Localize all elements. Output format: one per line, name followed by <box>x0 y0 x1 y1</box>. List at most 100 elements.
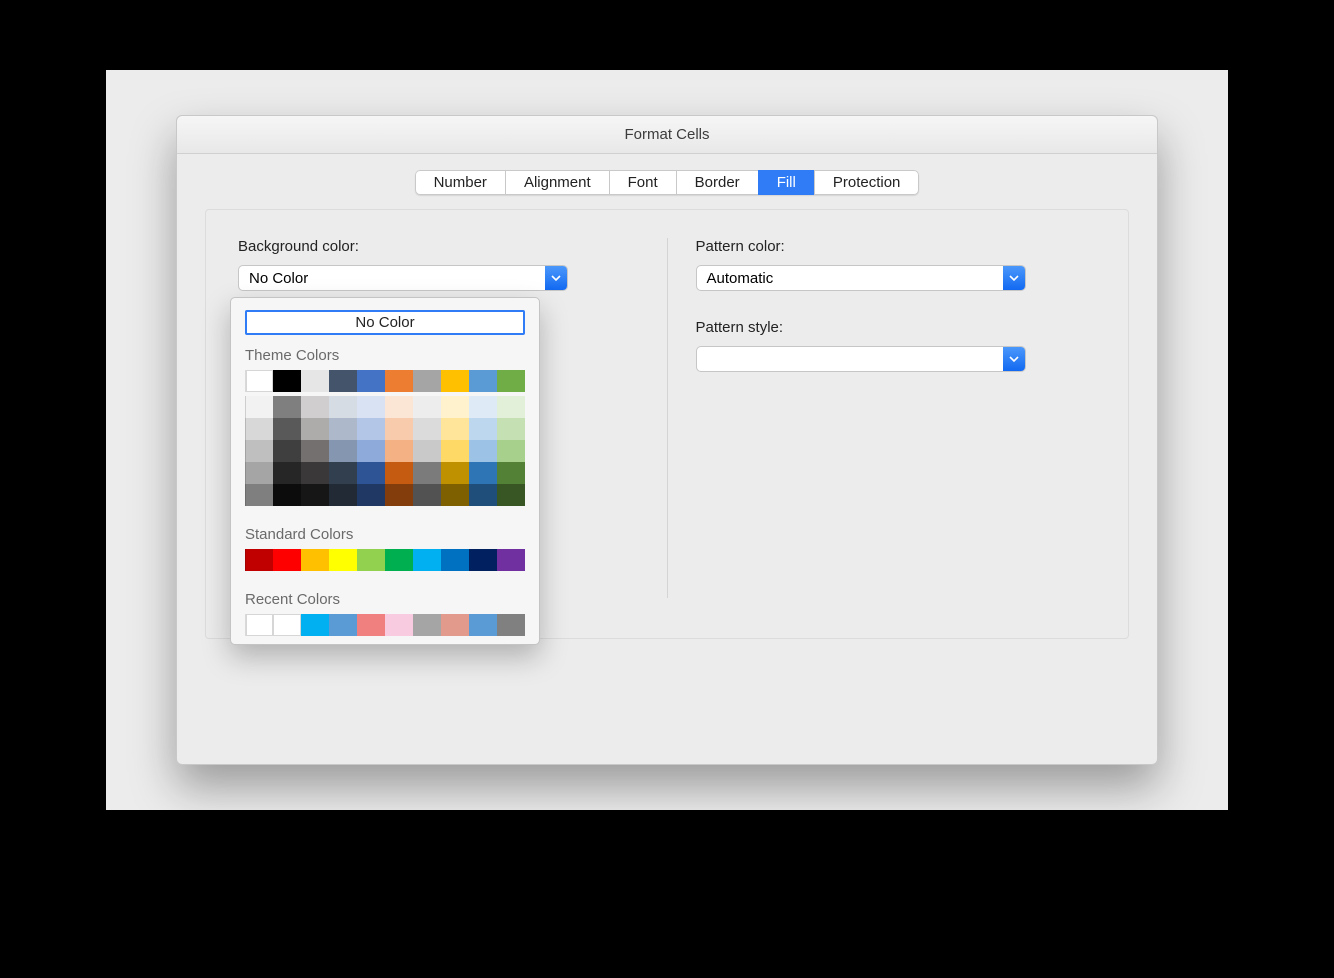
recent-colors-title: Recent Colors <box>245 591 525 608</box>
color-swatch[interactable] <box>329 418 357 440</box>
color-swatch[interactable] <box>301 614 329 636</box>
color-swatch[interactable] <box>469 370 497 392</box>
color-swatch[interactable] <box>273 549 301 571</box>
color-swatch[interactable] <box>273 418 301 440</box>
color-swatch[interactable] <box>441 462 469 484</box>
no-color-button[interactable]: No Color <box>245 310 525 335</box>
window-title: Format Cells <box>624 126 709 143</box>
color-swatch[interactable] <box>385 462 413 484</box>
color-swatch[interactable] <box>301 370 329 392</box>
color-swatch[interactable] <box>301 396 329 418</box>
theme-tint-row <box>245 484 525 506</box>
color-swatch[interactable] <box>329 462 357 484</box>
color-swatch[interactable] <box>245 614 273 636</box>
color-swatch[interactable] <box>329 614 357 636</box>
tab-border[interactable]: Border <box>676 170 758 195</box>
color-swatch[interactable] <box>469 418 497 440</box>
color-swatch[interactable] <box>497 418 525 440</box>
color-swatch[interactable] <box>385 440 413 462</box>
color-swatch[interactable] <box>469 396 497 418</box>
tab-number[interactable]: Number <box>415 170 505 195</box>
color-swatch[interactable] <box>385 396 413 418</box>
background-color-dropdown[interactable]: No Color <box>238 265 568 291</box>
color-swatch[interactable] <box>385 549 413 571</box>
color-swatch[interactable] <box>413 396 441 418</box>
tab-alignment[interactable]: Alignment <box>505 170 609 195</box>
color-swatch[interactable] <box>273 484 301 506</box>
color-swatch[interactable] <box>357 396 385 418</box>
color-swatch[interactable] <box>441 440 469 462</box>
color-swatch[interactable] <box>273 440 301 462</box>
pattern-style-dropdown[interactable] <box>696 346 1026 372</box>
color-swatch[interactable] <box>245 396 273 418</box>
color-swatch[interactable] <box>301 549 329 571</box>
color-swatch[interactable] <box>385 418 413 440</box>
color-swatch[interactable] <box>357 370 385 392</box>
color-swatch[interactable] <box>441 418 469 440</box>
chevron-down-icon <box>1003 266 1025 290</box>
color-swatch[interactable] <box>357 462 385 484</box>
color-swatch[interactable] <box>273 396 301 418</box>
color-swatch[interactable] <box>441 614 469 636</box>
color-swatch[interactable] <box>385 370 413 392</box>
color-swatch[interactable] <box>301 484 329 506</box>
color-swatch[interactable] <box>245 440 273 462</box>
color-swatch[interactable] <box>273 614 301 636</box>
color-swatch[interactable] <box>357 614 385 636</box>
color-swatch[interactable] <box>385 484 413 506</box>
color-swatch[interactable] <box>245 418 273 440</box>
color-swatch[interactable] <box>497 396 525 418</box>
tab-fill[interactable]: Fill <box>758 170 814 195</box>
color-swatch[interactable] <box>385 614 413 636</box>
color-swatch[interactable] <box>469 614 497 636</box>
tab-protection[interactable]: Protection <box>814 170 920 195</box>
color-swatch[interactable] <box>413 614 441 636</box>
pattern-color-dropdown[interactable]: Automatic <box>696 265 1026 291</box>
color-swatch[interactable] <box>329 396 357 418</box>
color-swatch[interactable] <box>413 418 441 440</box>
color-swatch[interactable] <box>469 549 497 571</box>
color-swatch[interactable] <box>497 484 525 506</box>
color-swatch[interactable] <box>497 549 525 571</box>
color-swatch[interactable] <box>441 549 469 571</box>
color-swatch[interactable] <box>497 614 525 636</box>
color-swatch[interactable] <box>413 440 441 462</box>
page-backdrop: Format Cells Number Alignment Font Borde… <box>106 70 1228 810</box>
color-swatch[interactable] <box>245 370 273 392</box>
color-swatch[interactable] <box>497 440 525 462</box>
color-swatch[interactable] <box>413 549 441 571</box>
color-swatch[interactable] <box>273 370 301 392</box>
color-swatch[interactable] <box>497 370 525 392</box>
color-swatch[interactable] <box>301 462 329 484</box>
chevron-down-icon <box>545 266 567 290</box>
color-swatch[interactable] <box>245 462 273 484</box>
color-swatch[interactable] <box>469 462 497 484</box>
color-swatch[interactable] <box>469 484 497 506</box>
color-swatch[interactable] <box>469 440 497 462</box>
color-swatch[interactable] <box>329 549 357 571</box>
color-swatch[interactable] <box>329 440 357 462</box>
color-swatch[interactable] <box>329 484 357 506</box>
color-swatch[interactable] <box>413 462 441 484</box>
fill-panel: Background color: No Color No Color Them <box>205 209 1129 639</box>
tab-font[interactable]: Font <box>609 170 676 195</box>
color-swatch[interactable] <box>245 549 273 571</box>
color-swatch[interactable] <box>413 484 441 506</box>
color-picker-popup: No Color Theme Colors Standard Colors Re… <box>230 297 540 645</box>
color-swatch[interactable] <box>441 370 469 392</box>
color-swatch[interactable] <box>497 462 525 484</box>
color-swatch[interactable] <box>357 484 385 506</box>
color-swatch[interactable] <box>301 418 329 440</box>
color-swatch[interactable] <box>357 549 385 571</box>
color-swatch[interactable] <box>357 440 385 462</box>
pattern-color-label: Pattern color: <box>696 238 1097 255</box>
color-swatch[interactable] <box>301 440 329 462</box>
color-swatch[interactable] <box>273 462 301 484</box>
color-swatch[interactable] <box>441 396 469 418</box>
pattern-color-value: Automatic <box>697 266 1003 290</box>
color-swatch[interactable] <box>441 484 469 506</box>
color-swatch[interactable] <box>413 370 441 392</box>
color-swatch[interactable] <box>329 370 357 392</box>
color-swatch[interactable] <box>245 484 273 506</box>
color-swatch[interactable] <box>357 418 385 440</box>
